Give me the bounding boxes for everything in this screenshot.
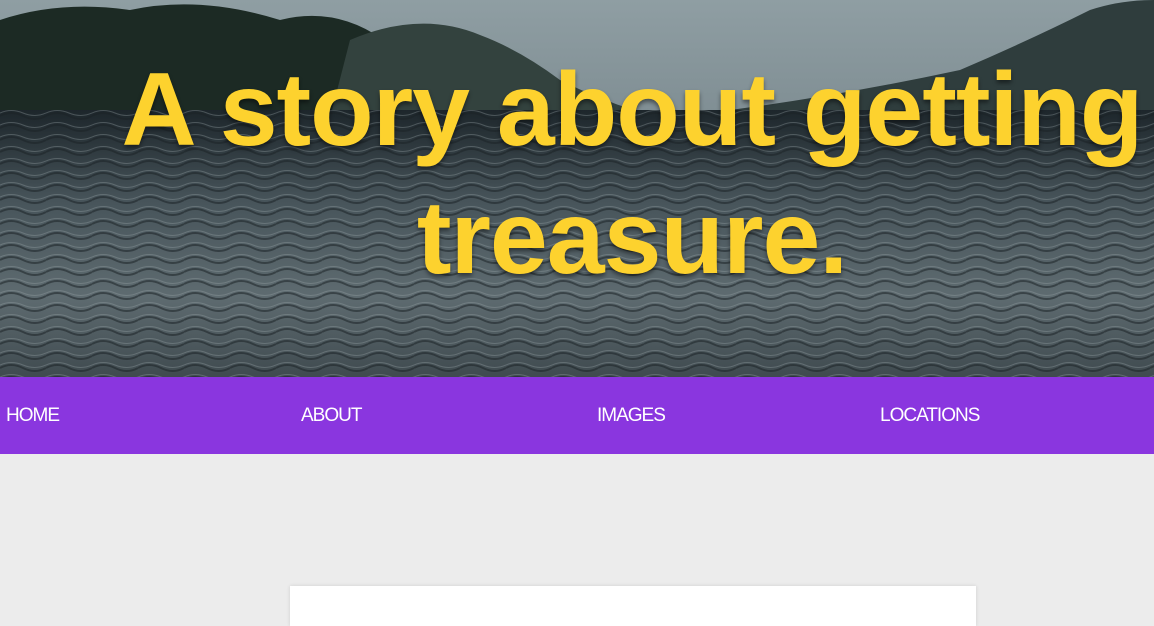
content-card bbox=[290, 586, 976, 626]
nav-item-home[interactable]: HOME bbox=[6, 404, 60, 428]
nav-item-images[interactable]: IMAGES bbox=[597, 404, 666, 428]
page-content bbox=[0, 454, 1154, 626]
hero-banner: A story about getting treasure. bbox=[0, 0, 1154, 377]
nav-item-locations[interactable]: LOCATIONS bbox=[880, 404, 980, 428]
hero-title: A story about getting treasure. bbox=[121, 52, 1144, 296]
main-navigation: HOME ABOUT IMAGES LOCATIONS bbox=[0, 377, 1154, 454]
nav-item-about[interactable]: ABOUT bbox=[301, 404, 362, 428]
